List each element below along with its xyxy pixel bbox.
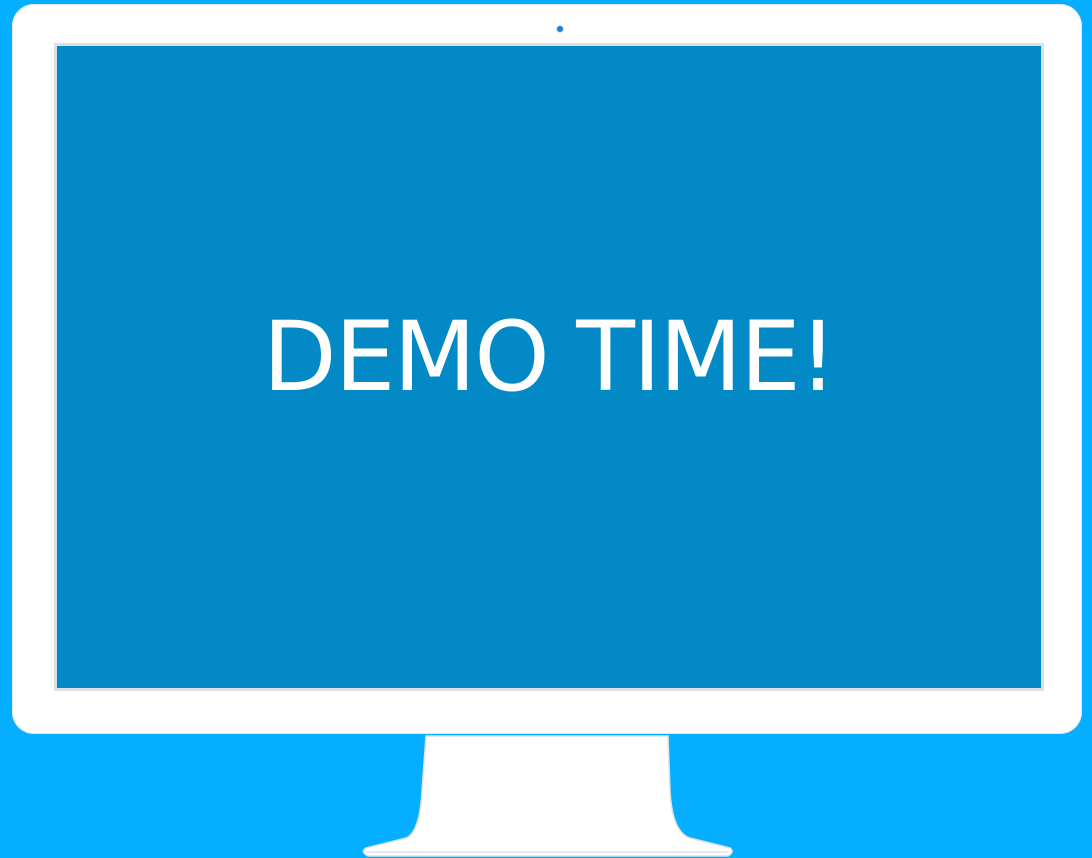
camera-dot-icon [557, 26, 563, 32]
monitor-screen: DEMO TIME! [57, 46, 1041, 688]
monitor-scene: DEMO TIME! [0, 0, 1092, 858]
demo-time-heading: DEMO TIME! [262, 301, 837, 413]
